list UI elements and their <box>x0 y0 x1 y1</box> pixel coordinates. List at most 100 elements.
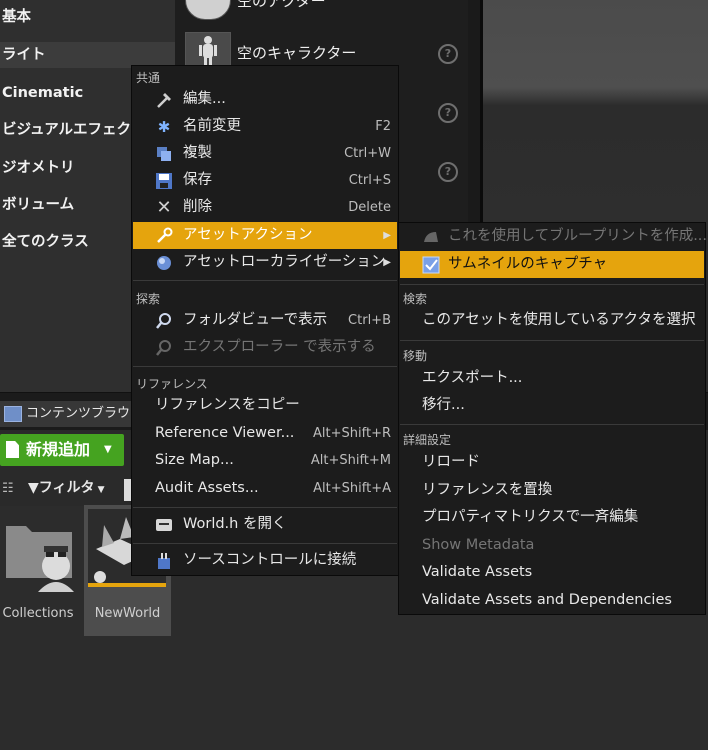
menu-item-asset-actions[interactable]: アセットアクション ▶ <box>133 222 397 249</box>
delete-icon: ✕ <box>156 197 172 218</box>
section-move: 移動 <box>403 349 428 363</box>
menu-item-label: 編集... <box>183 91 226 107</box>
asset-context-menu: 共通 編集... ✱ 名前変更 F2 複製 Ctrl+W 保存 Ctrl+S ✕… <box>131 65 399 576</box>
help-icon[interactable]: ? <box>438 162 458 182</box>
menu-item-label: ソースコントロールに接続 <box>183 552 357 568</box>
add-new-button[interactable]: 新規追加 ▼ <box>0 434 124 466</box>
menu-item-validate-assets-dependencies[interactable]: Validate Assets and Dependencies <box>400 587 704 614</box>
menu-item-asset-localization[interactable]: アセットローカライゼーション ▶ <box>133 249 397 276</box>
menu-item-edit[interactable]: 編集... <box>133 86 397 113</box>
menu-item-label: リファレンスをコピー <box>155 397 300 413</box>
menu-item-label: このアセットを使用しているアクタを選択 <box>422 312 696 328</box>
menu-item-audit-assets[interactable]: Audit Assets... Alt+Shift+A <box>133 475 397 502</box>
menu-item-size-map[interactable]: Size Map... Alt+Shift+M <box>133 447 397 474</box>
chevron-down-icon: ▼ <box>94 485 105 495</box>
menu-item-create-blueprint[interactable]: これを使用してブループリントを作成... <box>400 223 708 250</box>
menu-item-open-source[interactable]: World.h を開く <box>133 511 397 538</box>
content-browser-icon <box>4 406 22 422</box>
menu-item-label: Size Map... <box>155 452 234 468</box>
menu-item-export[interactable]: エクスポート... <box>400 365 704 392</box>
menu-item-replace-references[interactable]: リファレンスを置換 <box>400 477 704 504</box>
menu-item-shortcut: Ctrl+S <box>348 173 391 188</box>
menu-item-shortcut: Alt+Shift+M <box>310 453 391 468</box>
funnel-icon: ▼ <box>28 480 39 496</box>
menu-item-label: リファレンスを置換 <box>422 482 553 498</box>
menu-item-delete[interactable]: ✕ 削除 Delete <box>133 194 397 221</box>
asset-type-bar <box>88 583 166 587</box>
menu-item-label: アセットローカライゼーション <box>183 254 386 270</box>
rename-icon: ✱ <box>157 118 171 136</box>
menu-item-shortcut: Alt+Shift+A <box>313 481 391 496</box>
menu-item-label: World.h を開く <box>183 516 287 532</box>
level-viewport[interactable] <box>480 0 708 230</box>
menu-item-property-matrix[interactable]: プロパティマトリクスで一斉編集 <box>400 504 704 531</box>
filter-button[interactable]: ▼フィルタ ▼ <box>28 477 120 499</box>
menu-item-capture-thumbnail[interactable]: サムネイルのキャプチャ <box>400 251 704 278</box>
menu-divider <box>133 543 397 544</box>
globe-icon <box>155 254 173 272</box>
menu-item-label: 名前変更 <box>183 118 241 134</box>
code-icon <box>155 516 173 534</box>
menu-divider <box>400 340 704 341</box>
tile-label: NewWorld <box>94 606 161 621</box>
wrench-icon <box>155 227 173 245</box>
menu-item-shortcut: Ctrl+W <box>344 146 391 161</box>
magnifier-icon <box>155 339 173 357</box>
menu-item-label: 複製 <box>183 145 212 161</box>
menu-item-show-in-explorer[interactable]: エクスプローラー で表示する <box>133 334 397 361</box>
duplicate-icon <box>155 145 173 163</box>
checkbox-icon <box>422 256 440 274</box>
menu-item-shortcut: Ctrl+B <box>348 313 391 328</box>
menu-item-rename[interactable]: ✱ 名前変更 F2 <box>133 113 397 140</box>
collections-tile[interactable] <box>2 512 80 598</box>
menu-item-label: Show Metadata <box>422 537 535 553</box>
menu-item-label: サムネイルのキャプチャ <box>448 256 608 272</box>
menu-item-migrate[interactable]: 移行... <box>400 392 704 419</box>
save-icon <box>155 172 173 190</box>
submenu-arrow-icon: ▶ <box>383 257 391 268</box>
category-basic[interactable]: 基本 <box>0 4 175 30</box>
menu-item-label: 保存 <box>183 172 212 188</box>
menu-item-reload[interactable]: リロード <box>400 449 704 476</box>
chevron-down-icon: ▼ <box>104 444 112 455</box>
list-item[interactable]: 空のアクター <box>175 0 468 20</box>
menu-item-select-actors-using-asset[interactable]: このアセットを使用しているアクタを選択 <box>400 307 704 334</box>
menu-item-shortcut: F2 <box>375 119 391 134</box>
menu-item-shortcut: Alt+Shift+R <box>313 426 391 441</box>
menu-item-label: エクスポート... <box>422 370 523 386</box>
asset-label: 空のキャラクター <box>237 44 357 62</box>
menu-divider <box>133 366 397 367</box>
menu-item-connect-source-control[interactable]: ソースコントロールに接続 <box>133 547 397 574</box>
menu-divider <box>133 280 397 281</box>
hammer-icon <box>155 91 173 109</box>
help-icon[interactable]: ? <box>438 103 458 123</box>
menu-item-shortcut: Delete <box>348 200 391 215</box>
menu-item-label: Reference Viewer... <box>155 425 295 441</box>
menu-item-label: アセットアクション <box>183 227 313 243</box>
menu-item-label: 移行... <box>422 397 465 413</box>
submenu-arrow-icon: ▶ <box>383 230 391 241</box>
menu-item-label: フォルダビューで表示 <box>183 312 328 328</box>
menu-item-save[interactable]: 保存 Ctrl+S <box>133 167 397 194</box>
asset-actions-submenu: これを使用してブループリントを作成... サムネイルのキャプチャ 検索 このアセ… <box>398 222 708 615</box>
menu-item-label: これを使用してブループリントを作成... <box>448 228 708 244</box>
menu-item-show-in-folder-view[interactable]: フォルダビューで表示 Ctrl+B <box>133 307 397 334</box>
menu-item-reference-viewer[interactable]: Reference Viewer... Alt+Shift+R <box>133 420 397 447</box>
menu-item-copy-reference[interactable]: リファレンスをコピー <box>133 392 397 419</box>
menu-item-label: 削除 <box>183 199 212 215</box>
menu-item-label: プロパティマトリクスで一斉編集 <box>422 509 639 525</box>
content-browser-tab[interactable]: コンテンツブラウザ <box>0 401 140 447</box>
menu-item-duplicate[interactable]: 複製 Ctrl+W <box>133 140 397 167</box>
menu-item-label: Validate Assets <box>422 564 533 580</box>
menu-item-show-metadata[interactable]: Show Metadata <box>400 532 704 559</box>
asset-label: 空のアクター <box>237 0 326 10</box>
source-control-icon <box>155 552 173 570</box>
magnifier-icon <box>155 312 173 330</box>
menu-divider <box>400 424 704 425</box>
menu-divider <box>133 507 397 508</box>
help-icon[interactable]: ? <box>438 44 458 64</box>
document-icon <box>6 441 19 458</box>
list-view-icon[interactable]: ☷ <box>2 481 14 496</box>
menu-item-label: リロード <box>422 454 480 470</box>
menu-item-validate-assets[interactable]: Validate Assets <box>400 559 704 586</box>
